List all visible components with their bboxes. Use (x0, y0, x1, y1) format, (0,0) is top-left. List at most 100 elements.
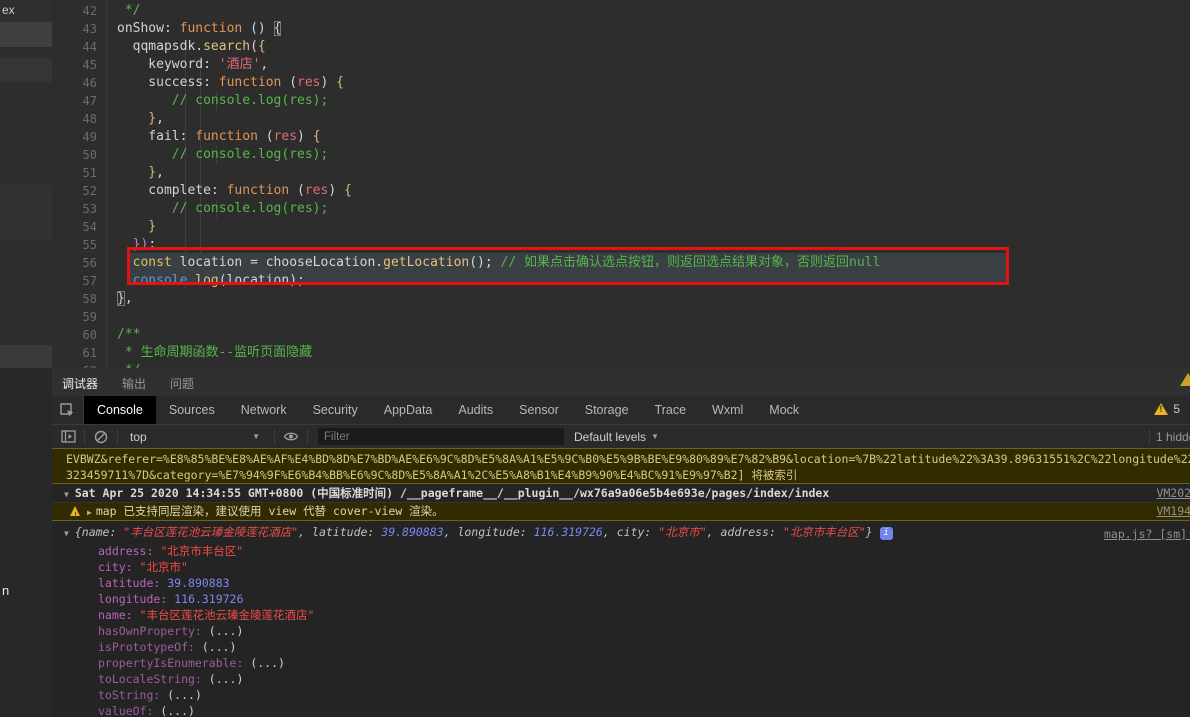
map-warning-label: map 已支持同层渲染，建议使用 view 代替 cover-view 渲染。 (95, 504, 444, 518)
property-value[interactable]: (...) (160, 704, 195, 717)
property-value: 116.319726 (174, 592, 244, 606)
hidden-messages: 1 hidden (1143, 428, 1190, 445)
property-key: propertyIsEnumerable: (98, 656, 251, 670)
property-key: toString: (98, 688, 168, 702)
code-token: , (260, 57, 269, 72)
code-line-59[interactable] (52, 308, 1190, 326)
inspect-element-button[interactable] (52, 396, 84, 424)
tab-sensor[interactable]: Sensor (506, 396, 572, 424)
property-value[interactable]: (...) (202, 640, 237, 654)
code-token: { (312, 129, 321, 144)
code-line-53[interactable]: // console.log(res); (52, 200, 1190, 218)
clear-console-button[interactable] (91, 430, 111, 444)
property-value[interactable]: (...) (209, 624, 244, 638)
tab-security[interactable]: Security (300, 396, 371, 424)
inspect-cursor-icon (60, 402, 74, 416)
tab-trace[interactable]: Trace (642, 396, 700, 424)
collapse-arrow-icon[interactable]: ▼ (64, 490, 69, 499)
code-editor[interactable]: 42 43 44 45 46 47 48 49 50 51 52 53 54 55 56 57 58 59 60 61… (52, 0, 1190, 368)
code-token: , (124, 291, 133, 306)
wechat-devtools-window: ex n 42 43 44 45 46 47 48 49 50 51 52 53 54 55 56 57 58 5… (0, 0, 1190, 717)
code-token: qqmapsdk. (117, 39, 204, 54)
sidebar-item[interactable] (0, 185, 52, 240)
code-line-49[interactable]: fail: function (res) { (52, 128, 1190, 146)
code-line-61[interactable]: * 生命周期函数--监听页面隐藏 (52, 344, 1190, 362)
source-link[interactable]: VM1945 (1156, 503, 1190, 520)
property-value[interactable]: (...) (250, 656, 285, 670)
panel-tab-调试器[interactable]: 调试器 (62, 368, 99, 398)
tab-sources[interactable]: Sources (156, 396, 228, 424)
code-token: complete: (117, 183, 227, 198)
code-line-47[interactable]: // console.log(res); (52, 92, 1190, 110)
hidden-messages-label: 1 hidden (1156, 429, 1190, 444)
code-line-60[interactable]: /** (52, 326, 1190, 344)
code-line-51[interactable]: }, (52, 164, 1190, 182)
console-log-object[interactable]: ▼ {name: "丰台区莲花池云瑧金陵莲花酒店", latitude: 39.8… (52, 521, 1190, 543)
code-line-50[interactable]: // console.log(res); (52, 146, 1190, 164)
property-row-hasOwnProperty[interactable]: hasOwnProperty: (...) (52, 623, 1190, 639)
code-line-54[interactable]: } (52, 218, 1190, 236)
warning-counter[interactable]: 5 (1154, 402, 1180, 416)
panel-tab-输出[interactable]: 输出 (122, 368, 146, 392)
code-token: } (117, 291, 125, 306)
property-row-valueOf[interactable]: valueOf: (...) (52, 703, 1190, 717)
sidebar-lower-area (0, 368, 52, 717)
tab-console[interactable]: Console (84, 396, 156, 424)
live-expression-button[interactable] (281, 430, 301, 443)
preview-token: } (865, 525, 873, 539)
property-row-toString[interactable]: toString: (...) (52, 687, 1190, 703)
sidebar-item-selected[interactable] (0, 22, 52, 63)
panel-tab-问题[interactable]: 问题 (170, 368, 194, 392)
code-line-58[interactable]: }, (52, 290, 1190, 308)
property-row-propertyIsEnumerable[interactable]: propertyIsEnumerable: (...) (52, 655, 1190, 671)
log-levels-dropdown[interactable]: Default levels ▼ (574, 430, 659, 444)
source-link[interactable]: map.js? [sm]: (1104, 523, 1190, 545)
execution-context-dropdown[interactable]: top ▼ (130, 430, 268, 444)
tab-wxml[interactable]: Wxml (699, 396, 756, 424)
code-token: function (226, 183, 290, 198)
code-line-52[interactable]: complete: function (res) { (52, 182, 1190, 200)
property-value[interactable]: (...) (209, 672, 244, 686)
code-token: ( (257, 129, 274, 144)
info-badge-icon[interactable]: i (879, 527, 893, 540)
toggle-sidebar-button[interactable] (58, 430, 78, 443)
preview-token: latitude: (312, 525, 382, 539)
code-token: function (195, 129, 258, 144)
preview-token: address: (720, 525, 783, 539)
tab-mock[interactable]: Mock (756, 396, 812, 424)
property-row-isPrototypeOf[interactable]: isPrototypeOf: (...) (52, 639, 1190, 655)
property-row-toLocaleString[interactable]: toLocaleString: (...) (52, 671, 1190, 687)
code-line-43[interactable]: onShow: function () { (52, 20, 1190, 38)
console-toolbar: top ▼ Default levels ▼ 1 hidden (52, 424, 1190, 448)
expand-arrow-icon[interactable]: ▶ (87, 508, 92, 517)
property-value: "丰台区莲花池云瑧金陵莲花酒店" (139, 608, 315, 622)
property-value[interactable]: (...) (167, 688, 202, 702)
property-key: latitude: (98, 576, 168, 590)
sidebar-item[interactable] (0, 58, 52, 82)
code-line-46[interactable]: success: function (res) { (52, 74, 1190, 92)
filter-input[interactable] (318, 428, 564, 445)
console-sidebar-icon (60, 430, 76, 443)
code-line-45[interactable]: keyword: '酒店', (52, 56, 1190, 74)
code-line-44[interactable]: qqmapsdk.search({ (52, 38, 1190, 56)
tab-storage[interactable]: Storage (572, 396, 642, 424)
code-token: } (117, 219, 157, 234)
tab-network[interactable]: Network (228, 396, 300, 424)
code-line-42[interactable]: */ (52, 2, 1190, 20)
source-link[interactable]: VM2026 (1156, 484, 1190, 503)
preview-token: , (298, 525, 313, 539)
collapse-arrow-icon[interactable]: ▼ (64, 529, 69, 538)
sidebar-item[interactable] (0, 345, 52, 368)
code-token: ( (250, 39, 258, 54)
property-key: hasOwnProperty: (98, 624, 209, 638)
console-group-header[interactable]: ▼ Sat Apr 25 2020 14:34:55 GMT+0800 (中国标准… (52, 484, 1190, 503)
tab-appdata[interactable]: AppData (371, 396, 446, 424)
sidebar-item[interactable]: ex (0, 0, 52, 22)
property-key: isPrototypeOf: (98, 640, 202, 654)
code-token: } (117, 165, 157, 180)
preview-token: , (706, 525, 721, 539)
code-line-48[interactable]: }, (52, 110, 1190, 128)
tab-audits[interactable]: Audits (445, 396, 506, 424)
